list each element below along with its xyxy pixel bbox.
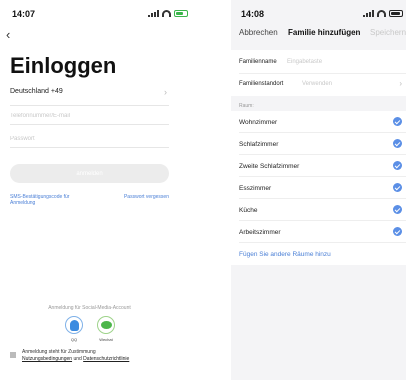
country-value: Deutschland +49 [10,88,63,95]
signal-icon [363,10,374,17]
room-name: Esszimmer [239,185,272,192]
check-icon[interactable] [393,205,402,214]
qq-icon [69,319,79,331]
check-icon[interactable] [393,139,402,148]
agreement-and: und [73,356,82,362]
country-selector[interactable]: Deutschland +49 › [10,87,169,106]
family-name-row[interactable]: Familienname Eingabetaste [239,52,406,74]
status-bar: 14:07 [10,9,188,21]
family-name-label: Familienname [239,59,277,65]
add-rooms-label: Fügen Sie andere Räume hinzu [239,251,331,258]
social-login-label: Anmeldung für Social-Media-Account [48,305,131,311]
list-item[interactable]: Zweite Schlafzimmer [239,155,406,177]
phone-email-input[interactable] [10,107,169,125]
agreement-prefix: Anmeldung steht für Zustimmung [22,349,96,355]
wifi-icon [162,10,171,17]
qq-login-button[interactable]: QQ [62,316,86,342]
room-name: Zweite Schlafzimmer [239,163,300,170]
check-icon[interactable] [393,183,402,192]
chevron-left-icon[interactable]: ‹ [6,27,10,42]
location-use-button[interactable]: Verwenden [302,81,332,87]
rooms-list: Wohnzimmer Schlafzimmer Zweite Schlafzim… [231,111,406,265]
forgot-password-link[interactable]: Passwort vergessen [124,194,169,200]
status-icons [148,10,188,17]
chevron-right-icon: › [399,79,402,88]
cancel-button[interactable]: Abbrechen [239,28,278,37]
add-rooms-link[interactable]: Fügen Sie andere Räume hinzu [239,243,406,265]
status-time: 14:08 [241,9,265,19]
room-name: Arbeitszimmer [239,229,281,236]
password-input[interactable] [10,130,169,148]
qq-label: QQ [70,337,78,342]
wechat-login-button[interactable]: Wechat [94,316,118,342]
signal-icon [148,10,159,17]
battery-icon [389,10,403,17]
rooms-header: Raum: [239,103,254,109]
sms-login-link[interactable]: SMS-Bestätigungscode für Anmeldung [10,194,80,206]
list-item[interactable]: Küche [239,199,406,221]
agreement-checkbox[interactable] [10,352,16,358]
family-name-input[interactable]: Eingabetaste [287,59,322,65]
nav-bar: Abbrechen Familie hinzufügen Speichern [231,28,406,42]
terms-link[interactable]: Nutzungsbedingungen [22,356,72,362]
wechat-label: Wechat [99,337,113,342]
login-screen: 14:07 ‹ Einloggen Deutschland +49 › anme… [0,0,200,380]
family-location-label: Familienstandort [239,81,284,87]
room-name: Küche [239,207,258,214]
family-location-row[interactable]: Familienstandort Verwenden › [239,74,406,96]
privacy-link[interactable]: Datenschutzrichtlinie [83,356,129,362]
agreement-text: Anmeldung steht für Zustimmung Nutzungsb… [22,349,172,363]
status-bar: 14:08 [231,9,403,21]
status-icons [363,10,403,17]
page-title: Einloggen [10,53,117,78]
chevron-right-icon: › [164,87,167,97]
save-button[interactable]: Speichern [370,28,406,37]
list-item[interactable]: Schlafzimmer [239,133,406,155]
wechat-icon [100,321,112,329]
login-button[interactable]: anmelden [10,164,169,183]
check-icon[interactable] [393,227,402,236]
page-title: Familie hinzufügen [288,28,361,37]
room-name: Schlafzimmer [239,141,279,148]
add-family-screen: 14:08 Abbrechen Familie hinzufügen Speic… [231,0,406,380]
list-item[interactable]: Arbeitszimmer [239,221,406,243]
battery-icon [174,10,188,17]
list-item[interactable]: Wohnzimmer [239,111,406,133]
family-info-card: Familienname Eingabetaste Familienstando… [231,50,406,96]
room-name: Wohnzimmer [239,119,278,126]
check-icon[interactable] [393,117,402,126]
check-icon[interactable] [393,161,402,170]
wifi-icon [377,10,386,17]
list-item[interactable]: Esszimmer [239,177,406,199]
status-time: 14:07 [12,9,36,19]
